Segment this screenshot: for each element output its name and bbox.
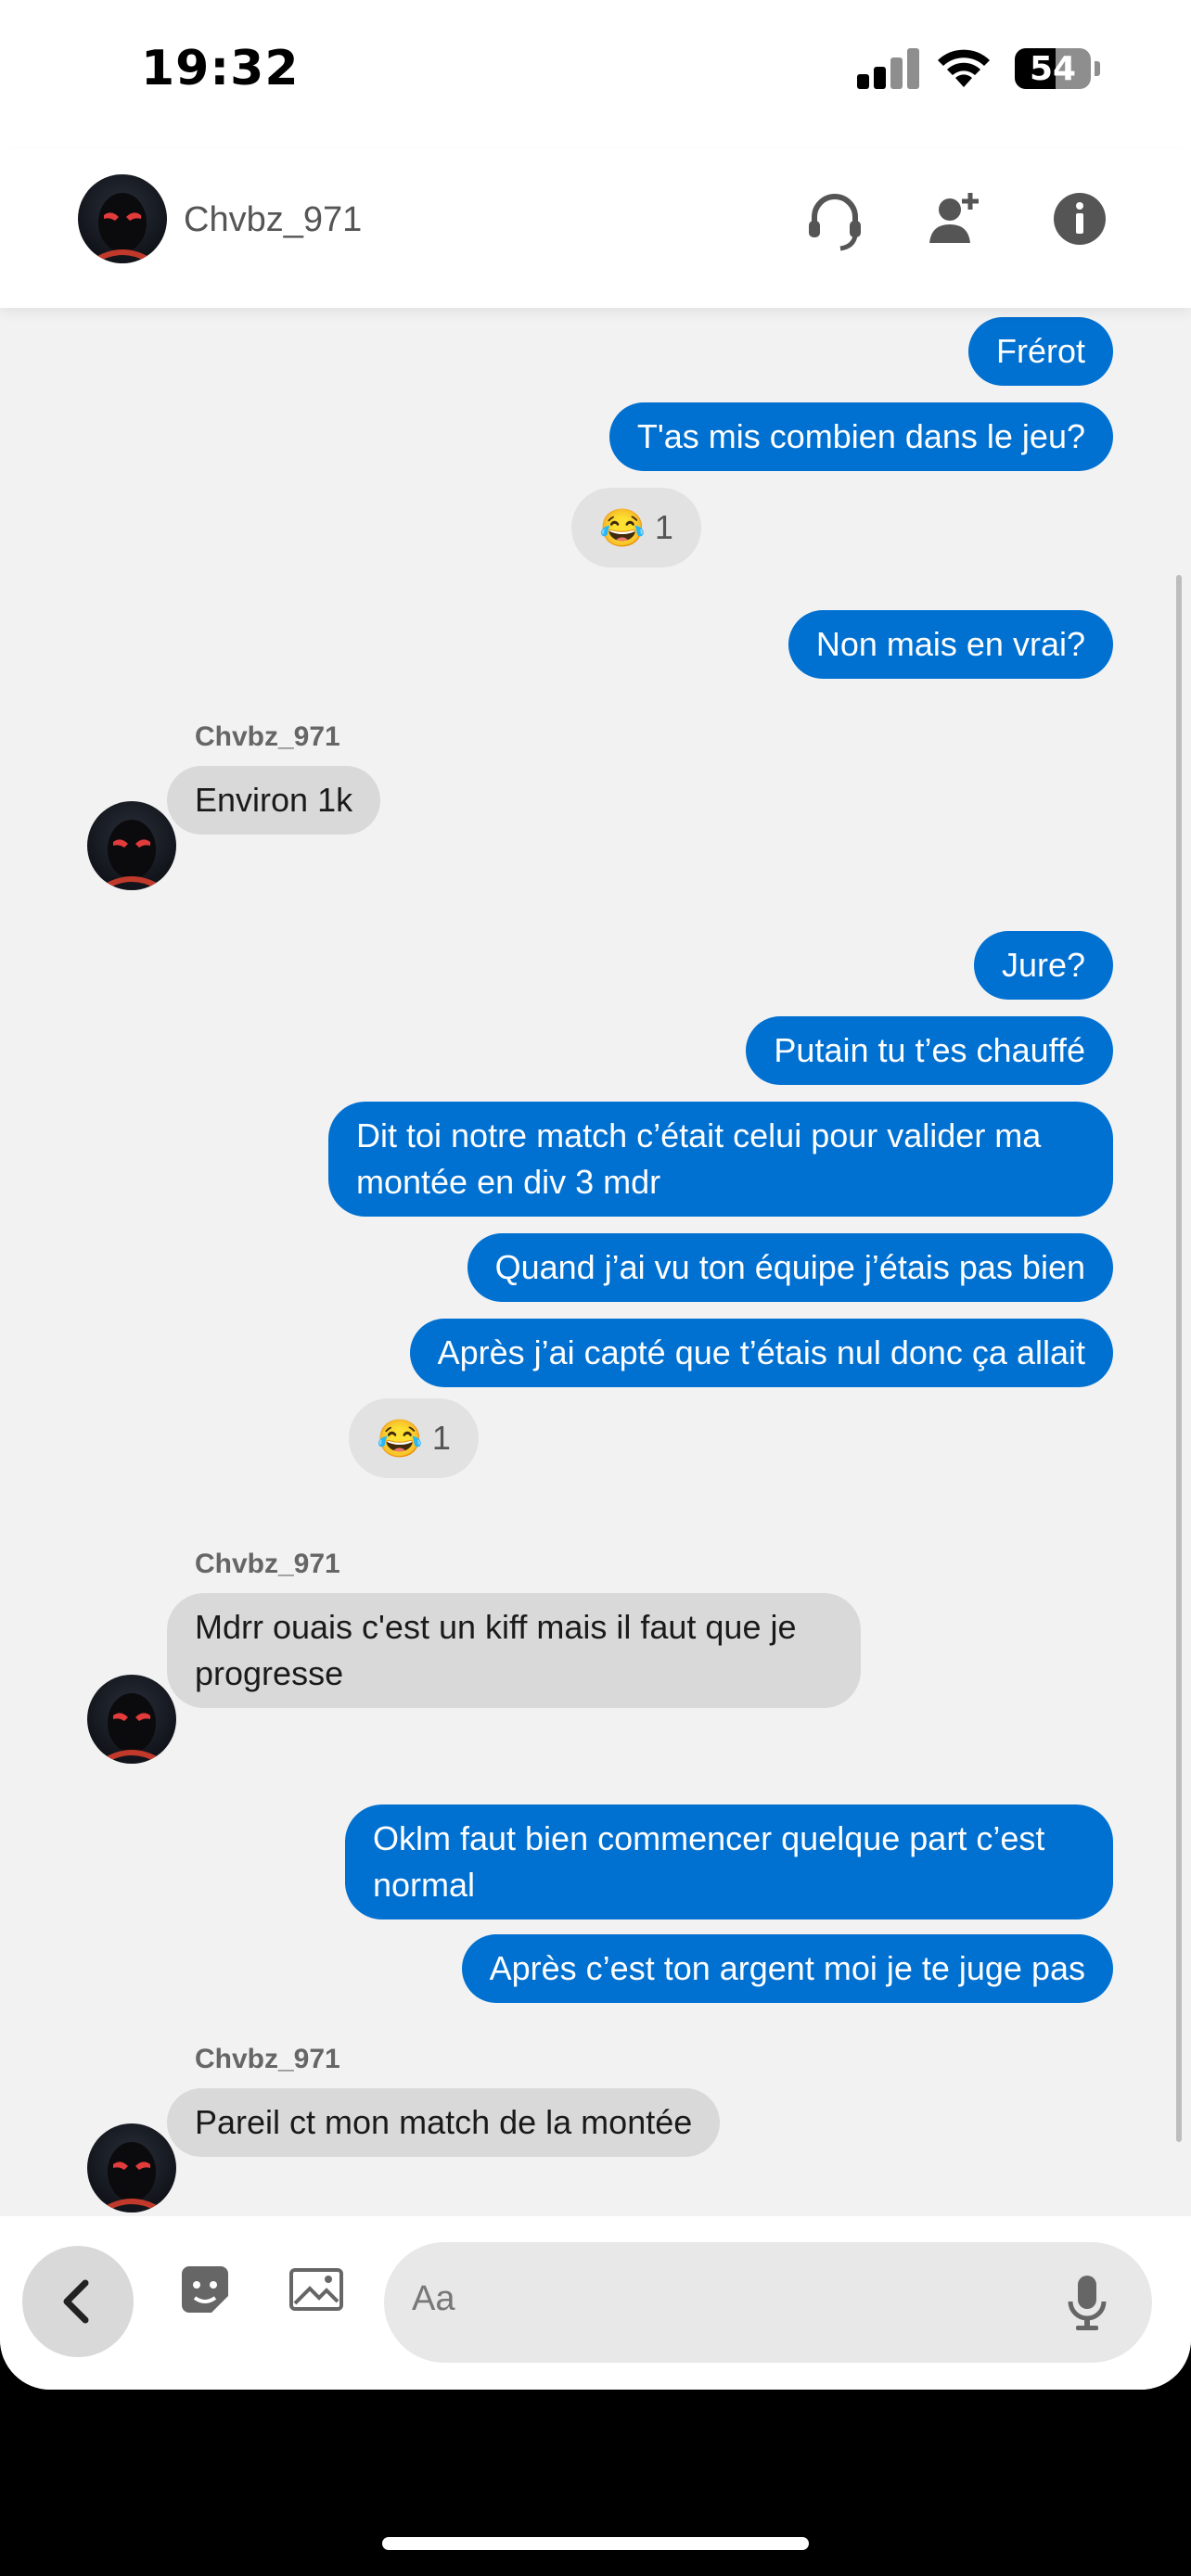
chevron-left-icon [63,2279,89,2324]
chat-screen: 19:32 54 Chvbz_971 Frérot T'as mis combi… [0,0,1191,2390]
incoming-message[interactable]: Environ 1k [167,766,381,835]
sender-avatar[interactable] [87,2123,176,2213]
message-input[interactable]: Aa [384,2242,1152,2363]
add-friend-icon[interactable] [918,182,992,256]
outgoing-message[interactable]: Frérot [967,317,1113,386]
wifi-icon [938,49,990,87]
microphone-icon[interactable] [1059,2270,1115,2335]
outgoing-message[interactable]: Quand j’ai vu ton équipe j’étais pas bie… [467,1233,1113,1302]
back-button[interactable] [22,2246,134,2357]
contact-name[interactable]: Chvbz_971 [184,200,362,240]
laughing-emoji-icon: 😂 [599,507,646,549]
outgoing-message[interactable]: Putain tu t’es chauffé [746,1016,1113,1085]
info-icon[interactable] [1043,182,1117,256]
outgoing-message[interactable]: T'as mis combien dans le jeu? [608,402,1113,471]
sender-name: Chvbz_971 [195,1549,340,1579]
outgoing-message[interactable]: Après c’est ton argent moi je te juge pa… [461,1934,1113,2003]
status-bar: 19:32 54 [0,0,1191,148]
reaction-count: 1 [431,1419,451,1457]
home-indicator[interactable] [382,2537,809,2550]
reaction-count: 1 [654,508,673,546]
sender-avatar[interactable] [87,1675,176,1764]
outgoing-message[interactable]: Jure? [973,931,1113,1000]
status-time: 19:32 [141,41,300,96]
sender-name: Chvbz_971 [195,2044,340,2074]
outgoing-message[interactable]: Oklm faut bien commencer quelque part c’… [345,1804,1113,1919]
cellular-signal-icon [857,46,920,89]
image-gallery-icon[interactable] [284,2257,349,2322]
chat-header: Chvbz_971 [0,148,1191,308]
scrollbar[interactable] [1176,575,1182,2142]
sender-name: Chvbz_971 [195,721,340,752]
message-reaction[interactable]: 😂 1 [571,488,701,567]
headset-icon[interactable] [798,182,872,256]
battery-icon: 54 [1015,48,1091,89]
sticker-icon[interactable] [173,2257,237,2322]
composer-bar: Aa [0,2216,1191,2390]
message-reaction[interactable]: 😂 1 [349,1398,479,1478]
sender-avatar[interactable] [87,801,176,890]
incoming-message[interactable]: Pareil ct mon match de la montée [167,2088,721,2157]
message-input-placeholder: Aa [412,2279,455,2318]
laughing-emoji-icon: 😂 [377,1418,423,1460]
outgoing-message[interactable]: Dit toi notre match c’était celui pour v… [328,1102,1113,1217]
battery-tip [1095,61,1100,76]
outgoing-message[interactable]: Non mais en vrai? [788,610,1113,679]
outgoing-message[interactable]: Après j’ai capté que t’étais nul donc ça… [409,1319,1113,1387]
battery-level: 54 [1029,50,1077,88]
contact-avatar[interactable] [78,174,167,263]
incoming-message[interactable]: Mdrr ouais c'est un kiff mais il faut qu… [167,1593,861,1708]
